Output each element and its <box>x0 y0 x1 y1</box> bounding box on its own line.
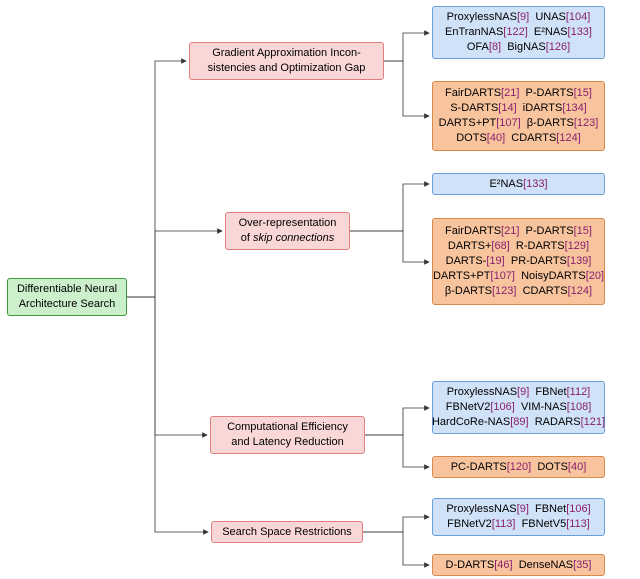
citation-ref: [121] <box>581 416 605 428</box>
leaf-row: ProxylessNAS[9] FBNet[112] <box>447 385 591 400</box>
citation-ref: [89] <box>510 416 528 428</box>
cat-grad-l2: sistencies and Optimization Gap <box>208 61 366 76</box>
leaf-space-blue: ProxylessNAS[9] FBNet[106]FBNetV2[113] F… <box>432 498 605 536</box>
leaf-row: OFA[8] BigNAS[126] <box>467 40 570 55</box>
citation-ref: [9] <box>517 11 529 23</box>
leaf-row: FairDARTS[21] P-DARTS[15] <box>445 224 592 239</box>
citation-ref: [133] <box>568 26 592 38</box>
citation-ref: [123] <box>492 285 516 297</box>
citation-ref: [139] <box>567 255 591 267</box>
category-skip: Over-representation of skip connections <box>225 212 350 250</box>
citation-ref: [9] <box>517 503 529 515</box>
citation-ref: [133] <box>523 178 547 190</box>
cat-skip-l1: Over-representation <box>239 216 337 231</box>
cat-skip-l2b: skip connections <box>253 232 334 244</box>
citation-ref: [123] <box>574 117 598 129</box>
citation-ref: [8] <box>489 41 501 53</box>
citation-ref: [14] <box>498 102 516 114</box>
leaf-row: S-DARTS[14] iDARTS[134] <box>450 101 587 116</box>
leaf-row: D-DARTS[46] DenseNAS[35] <box>446 558 592 573</box>
citation-ref: [108] <box>567 401 591 413</box>
leaf-row: β-DARTS[123] CDARTS[124] <box>445 284 592 299</box>
citation-ref: [15] <box>574 87 592 99</box>
leaf-comp-blue: ProxylessNAS[9] FBNet[112]FBNetV2[106] V… <box>432 381 605 434</box>
citation-ref: [20] <box>586 270 604 282</box>
leaf-row: EnTranNAS[122] E²NAS[133] <box>445 25 592 40</box>
citation-ref: [19] <box>486 255 504 267</box>
citation-ref: [112] <box>567 386 591 398</box>
leaf-row: FBNetV2[106] VIM-NAS[108] <box>446 400 592 415</box>
cat-skip-l2a: of <box>241 232 253 244</box>
citation-ref: [113] <box>492 518 516 530</box>
cat-comp-l1: Computational Efficiency <box>227 420 348 435</box>
root-node: Differentiable Neural Architecture Searc… <box>7 278 127 316</box>
leaf-gradient-orange: FairDARTS[21] P-DARTS[15]S-DARTS[14] iDA… <box>432 81 605 151</box>
root-line1: Differentiable Neural <box>17 282 117 297</box>
category-comp: Computational Efficiency and Latency Red… <box>210 416 365 454</box>
citation-ref: [107] <box>496 117 520 129</box>
leaf-row: HardCoRe-NAS[89] RADARS[121] <box>432 415 605 430</box>
citation-ref: [21] <box>501 87 519 99</box>
citation-ref: [113] <box>566 518 590 530</box>
leaf-space-orange: D-DARTS[46] DenseNAS[35] <box>432 554 605 576</box>
citation-ref: [106] <box>490 401 514 413</box>
leaf-row: FBNetV2[113] FBNetV5[113] <box>447 517 590 532</box>
cat-skip-l2: of skip connections <box>241 231 335 246</box>
leaf-row: DARTS-[19] PR-DARTS[139] <box>446 254 592 269</box>
citation-ref: [122] <box>503 26 527 38</box>
citation-ref: [129] <box>565 240 589 252</box>
citation-ref: [40] <box>568 461 586 473</box>
leaf-row: FairDARTS[21] P-DARTS[15] <box>445 86 592 101</box>
citation-ref: [120] <box>507 461 531 473</box>
leaf-skip-orange: FairDARTS[21] P-DARTS[15]DARTS+[68] R-DA… <box>432 218 605 305</box>
leaf-row: DARTS+PT[107] NoisyDARTS[20] <box>433 269 604 284</box>
citation-ref: [40] <box>487 132 505 144</box>
citation-ref: [35] <box>573 559 591 571</box>
leaf-row: ProxylessNAS[9] UNAS[104] <box>447 10 591 25</box>
leaf-gradient-blue: ProxylessNAS[9] UNAS[104]EnTranNAS[122] … <box>432 6 605 59</box>
citation-ref: [107] <box>491 270 515 282</box>
citation-ref: [9] <box>517 386 529 398</box>
citation-ref: [124] <box>568 285 592 297</box>
citation-ref: [126] <box>546 41 570 53</box>
citation-ref: [46] <box>494 559 512 571</box>
leaf-skip-blue: E²NAS[133] <box>432 173 605 195</box>
cat-comp-l2: and Latency Reduction <box>231 435 344 450</box>
citation-ref: [124] <box>556 132 580 144</box>
leaf-row: ProxylessNAS[9] FBNet[106] <box>446 502 590 517</box>
leaf-row: E²NAS[133] <box>489 177 547 192</box>
citation-ref: [106] <box>566 503 590 515</box>
cat-grad-l1: Gradient Approximation Incon- <box>212 46 361 61</box>
citation-ref: [134] <box>562 102 586 114</box>
cat-space-l1: Search Space Restrictions <box>222 525 352 540</box>
citation-ref: [104] <box>566 11 590 23</box>
citation-ref: [15] <box>574 225 592 237</box>
leaf-row: DARTS+[68] R-DARTS[129] <box>448 239 589 254</box>
citation-ref: [68] <box>491 240 509 252</box>
root-line2: Architecture Search <box>19 297 116 312</box>
citation-ref: [21] <box>501 225 519 237</box>
leaf-row: PC-DARTS[120] DOTS[40] <box>451 460 587 475</box>
leaf-row: DOTS[40] CDARTS[124] <box>456 131 581 146</box>
category-space: Search Space Restrictions <box>211 521 363 543</box>
leaf-comp-orange: PC-DARTS[120] DOTS[40] <box>432 456 605 478</box>
category-gradient: Gradient Approximation Incon- sistencies… <box>189 42 384 80</box>
leaf-row: DARTS+PT[107] β-DARTS[123] <box>439 116 599 131</box>
